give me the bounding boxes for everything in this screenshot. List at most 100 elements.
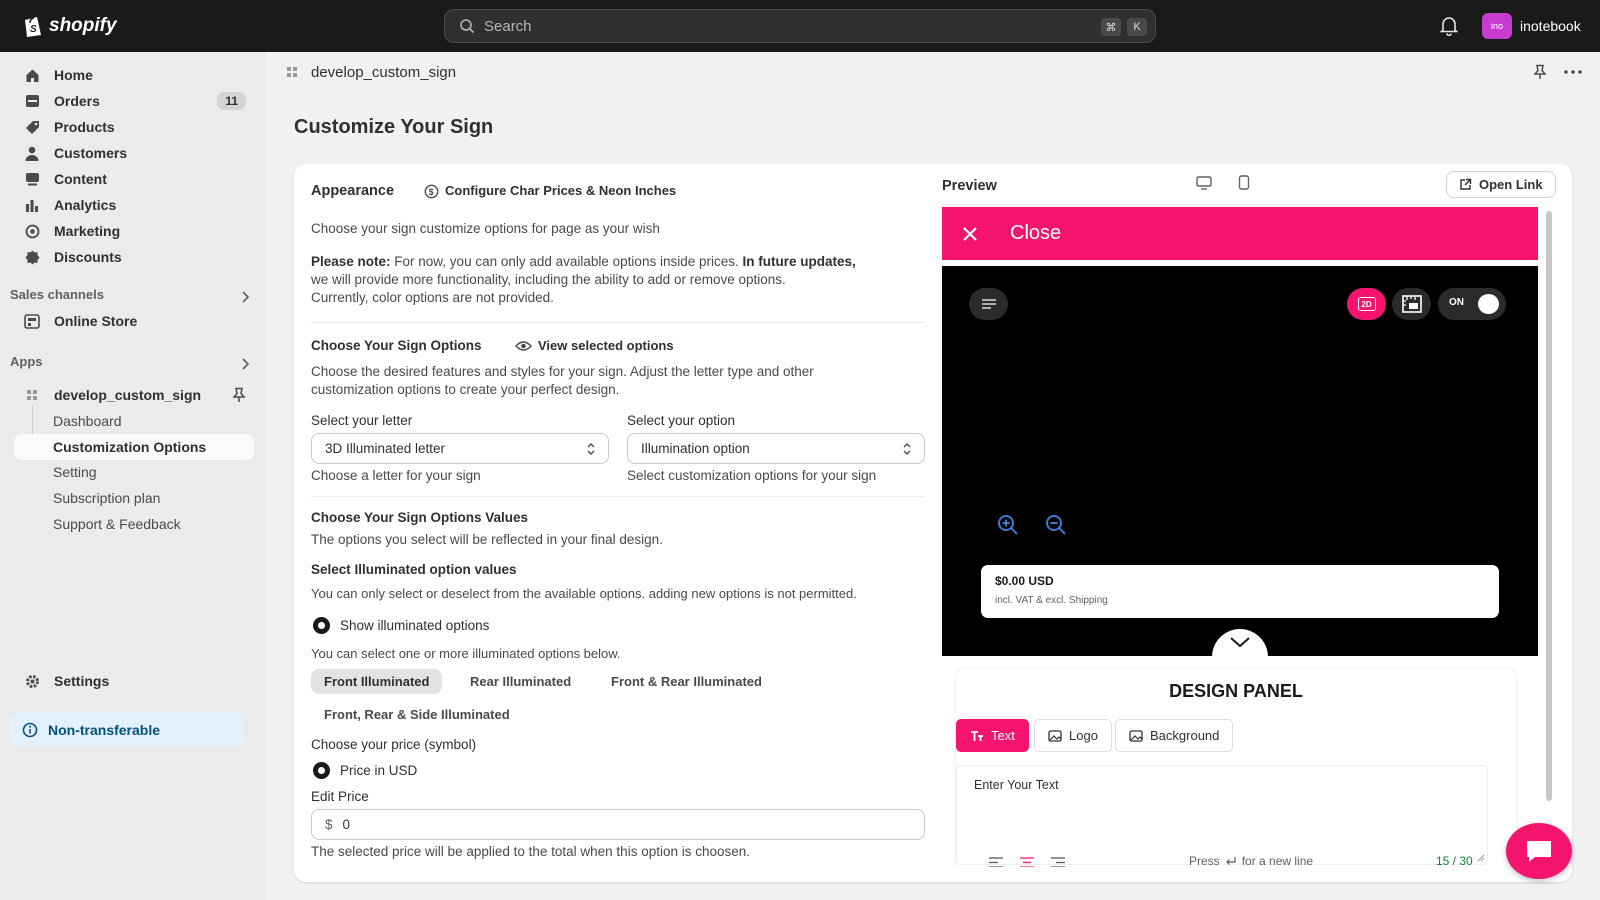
image-icon <box>1048 729 1062 742</box>
select-arrows-icon <box>587 443 595 455</box>
view-selected-options-link[interactable]: View selected options <box>515 337 674 355</box>
edit-price-label: Edit Price <box>311 789 369 804</box>
zoom-in-icon[interactable] <box>997 514 1019 536</box>
scrollbar-thumb[interactable] <box>1546 211 1552 801</box>
align-center-icon[interactable] <box>1019 857 1035 867</box>
appearance-heading: Appearance <box>311 183 395 199</box>
show-illuminated-label: Show illuminated options <box>340 618 490 633</box>
price-help: The selected price will be applied to th… <box>311 844 751 859</box>
newline-hint: Press for a new line <box>1189 854 1314 867</box>
illum-option-front-rear[interactable]: Front & Rear Illuminated <box>598 669 775 694</box>
chevron-right-icon <box>242 291 250 303</box>
sales-channels-heading[interactable]: Sales channels <box>10 287 250 303</box>
values-heading: Choose Your Sign Options Values <box>311 510 529 525</box>
sidebar-item-orders[interactable]: Orders 11 <box>14 88 254 114</box>
preview-price: $0.00 USD <box>995 574 1054 588</box>
note-text-line2: we will provide more functionality, incl… <box>311 272 786 287</box>
sidebar-item-discounts[interactable]: Discounts <box>14 244 254 270</box>
menu-button[interactable] <box>969 288 1008 320</box>
sidebar-item-app[interactable]: develop_custom_sign <box>14 382 254 408</box>
sidebar-item-online-store[interactable]: Online Store <box>14 308 254 334</box>
search-input[interactable]: Search ⌘ K <box>444 9 1156 43</box>
illum-heading: Select Illuminated option values <box>311 562 517 577</box>
sign-options-heading: Choose Your Sign Options <box>311 338 482 353</box>
note-text: Please note: For now, you can only add a… <box>311 254 856 269</box>
preview-scrollbar[interactable] <box>1544 207 1554 867</box>
sign-options-desc-line2: customization options to create your per… <box>311 382 620 397</box>
preview-price-note: incl. VAT & excl. Shipping <box>995 595 1108 606</box>
person-icon <box>24 145 40 161</box>
tab-logo[interactable]: Logo <box>1034 719 1112 752</box>
orders-count-badge: 11 <box>217 92 246 110</box>
show-illuminated-radio[interactable] <box>313 617 330 634</box>
align-right-icon[interactable] <box>1050 857 1066 867</box>
page-title: Customize Your Sign <box>294 116 494 138</box>
kbd-k: K <box>1127 18 1147 36</box>
text-input-area[interactable]: Enter Your Text <box>956 765 1488 865</box>
sidebar-subitem-dashboard[interactable]: Dashboard <box>53 413 122 429</box>
shopify-logo[interactable]: S shopify <box>22 14 117 38</box>
sidebar-subitem-support[interactable]: Support & Feedback <box>53 516 181 532</box>
sidebar-subitem-customization-options[interactable]: Customization Options <box>14 434 254 460</box>
svg-text:S: S <box>30 24 37 35</box>
sidebar-item-analytics[interactable]: Analytics <box>14 192 254 218</box>
price-usd-radio[interactable] <box>313 762 330 779</box>
chat-bubble-icon <box>1527 841 1551 862</box>
tab-background[interactable]: Background <box>1115 719 1234 752</box>
non-transferable-banner[interactable]: Non-transferable <box>10 713 245 747</box>
illum-desc: You can only select or deselect from the… <box>311 586 857 601</box>
desktop-icon[interactable] <box>1196 176 1212 190</box>
align-left-icon[interactable] <box>988 857 1004 867</box>
sidebar-item-marketing[interactable]: Marketing <box>14 218 254 244</box>
bell-icon[interactable] <box>1440 16 1458 36</box>
price-box: $0.00 USD incl. VAT & excl. Shipping <box>981 565 1499 618</box>
sidebar-subitem-subscription-plan[interactable]: Subscription plan <box>53 490 160 506</box>
orders-icon <box>24 93 40 109</box>
ruler-button[interactable] <box>1392 288 1431 320</box>
search-icon <box>460 19 475 34</box>
sidebar-item-home[interactable]: Home <box>14 62 254 88</box>
chat-button[interactable] <box>1506 823 1572 879</box>
chevron-right-icon <box>242 358 250 370</box>
open-link-button[interactable]: Open Link <box>1446 171 1556 198</box>
zoom-out-icon[interactable] <box>1045 514 1067 536</box>
option-label: Select your option <box>627 413 736 428</box>
resize-handle-icon[interactable] <box>1477 854 1485 862</box>
sidebar-item-content[interactable]: Content <box>14 166 254 192</box>
preview-heading: Preview <box>942 178 997 194</box>
more-icon[interactable] <box>1564 70 1582 74</box>
sidebar-subitem-setting[interactable]: Setting <box>53 464 97 480</box>
badge-2d: 2D <box>1357 297 1376 311</box>
sidebar-item-products[interactable]: Products <box>14 114 254 140</box>
apps-heading[interactable]: Apps <box>10 354 250 370</box>
info-icon <box>22 722 38 738</box>
illum-option-front-rear-side[interactable]: Front, Rear & Side Illuminated <box>311 702 523 727</box>
option-select[interactable]: Illumination option <box>627 433 925 464</box>
price-input[interactable]: $ 0 <box>311 809 925 840</box>
chevron-down-icon <box>1230 637 1250 648</box>
preview-frame: Close 2D ON $0.00 USD incl. VAT & excl. … <box>942 207 1554 867</box>
sidebar-item-settings[interactable]: Settings <box>14 668 254 694</box>
pin-icon[interactable] <box>1533 64 1547 80</box>
image-icon <box>1129 729 1143 742</box>
light-toggle[interactable]: ON <box>1438 288 1506 320</box>
letter-select[interactable]: 3D Illuminated letter <box>311 433 609 464</box>
text-type-icon <box>971 730 983 741</box>
illum-select-desc: You can select one or more illuminated o… <box>311 646 621 661</box>
store-menu[interactable]: ino inotebook <box>1482 13 1581 39</box>
option-help: Select customization options for your si… <box>627 468 877 483</box>
view-2d-button[interactable]: 2D <box>1347 288 1386 320</box>
content-icon <box>24 171 40 187</box>
tab-text[interactable]: Text <box>956 719 1029 752</box>
tag-icon <box>24 119 40 135</box>
illum-option-front[interactable]: Front Illuminated <box>311 669 443 694</box>
app-icon <box>287 67 297 77</box>
sidebar-item-customers[interactable]: Customers <box>14 140 254 166</box>
mobile-icon[interactable] <box>1238 175 1250 190</box>
illum-option-rear[interactable]: Rear Illuminated <box>457 669 584 694</box>
close-bar[interactable]: Close <box>942 207 1538 260</box>
eye-icon <box>515 341 532 351</box>
letter-label: Select your letter <box>311 413 413 428</box>
configure-prices-link[interactable]: $ Configure Char Prices & Neon Inches <box>424 182 676 200</box>
pin-icon[interactable] <box>232 387 246 403</box>
